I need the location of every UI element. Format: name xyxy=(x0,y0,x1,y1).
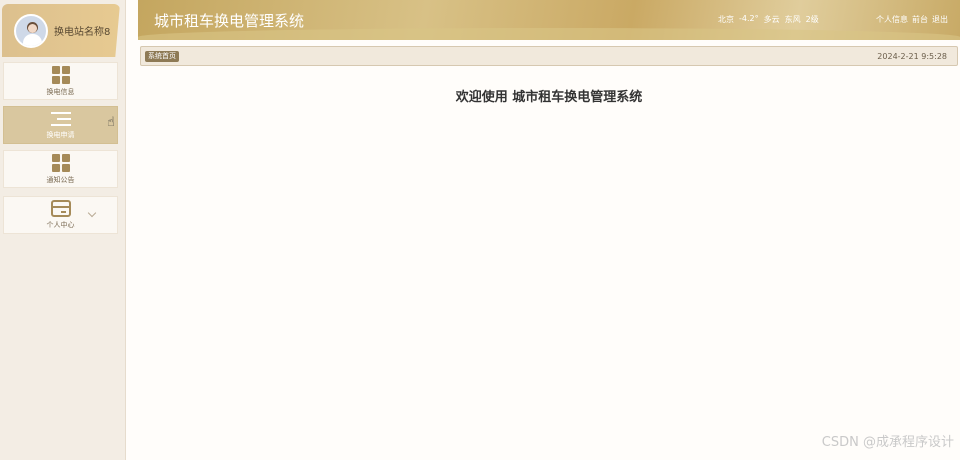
sidebar-item-label: 换电信息 xyxy=(46,87,75,96)
avatar xyxy=(14,13,48,48)
sidebar: 换电站名称8 换电信息 换电申请 通知公告 个人中心 ☝ xyxy=(0,0,126,460)
grid-icon xyxy=(51,65,70,84)
sidebar-item-swap-info[interactable]: 换电信息 xyxy=(3,62,118,100)
profile-link[interactable]: 个人信息 xyxy=(876,14,908,25)
weather-condition: 多云 xyxy=(763,15,780,24)
welcome-message: 欢迎使用 城市租车换电管理系统 xyxy=(455,90,643,105)
grid-icon xyxy=(51,153,70,172)
frontend-link[interactable]: 前台 xyxy=(912,14,928,25)
hand-cursor-icon: ☝ xyxy=(107,115,115,130)
sidebar-item-label: 换电申请 xyxy=(46,130,75,139)
weather-wind: 东风 xyxy=(784,15,801,24)
profile-name: 换电站名称8 xyxy=(54,27,111,38)
sidebar-item-label: 个人中心 xyxy=(46,221,75,229)
header: 城市租车换电管理系统 北京 -4.2° 多云 东风 2级 个人信息 前台 退出 xyxy=(138,0,960,40)
weather-info: 北京 -4.2° 多云 东风 2级 xyxy=(718,14,819,25)
weather-city: 北京 xyxy=(718,15,734,24)
chevron-down-icon[interactable] xyxy=(87,208,97,218)
sidebar-item-notice[interactable]: 通知公告 xyxy=(3,150,118,188)
card-icon xyxy=(50,200,71,217)
watermark: CSDN @成承程序设计 xyxy=(821,435,954,450)
sidebar-item-label: 通知公告 xyxy=(46,175,75,184)
datetime: 2024-2-21 9:5:28 xyxy=(877,52,947,61)
weather-level: 2级 xyxy=(805,15,819,24)
header-links: 个人信息 前台 退出 xyxy=(876,14,948,25)
breadcrumb: 系统首页 2024-2-21 9:5:28 xyxy=(140,46,958,66)
list-icon xyxy=(50,111,71,127)
logout-link[interactable]: 退出 xyxy=(932,14,948,25)
page-title: 城市租车换电管理系统 xyxy=(154,12,305,30)
sidebar-item-personal-center[interactable]: 个人中心 xyxy=(3,196,118,234)
sidebar-item-swap-apply[interactable]: 换电申请 xyxy=(3,106,118,144)
breadcrumb-tag-home[interactable]: 系统首页 xyxy=(145,51,179,62)
weather-temp: -4.2° xyxy=(739,14,759,23)
profile-card[interactable]: 换电站名称8 xyxy=(2,4,120,57)
